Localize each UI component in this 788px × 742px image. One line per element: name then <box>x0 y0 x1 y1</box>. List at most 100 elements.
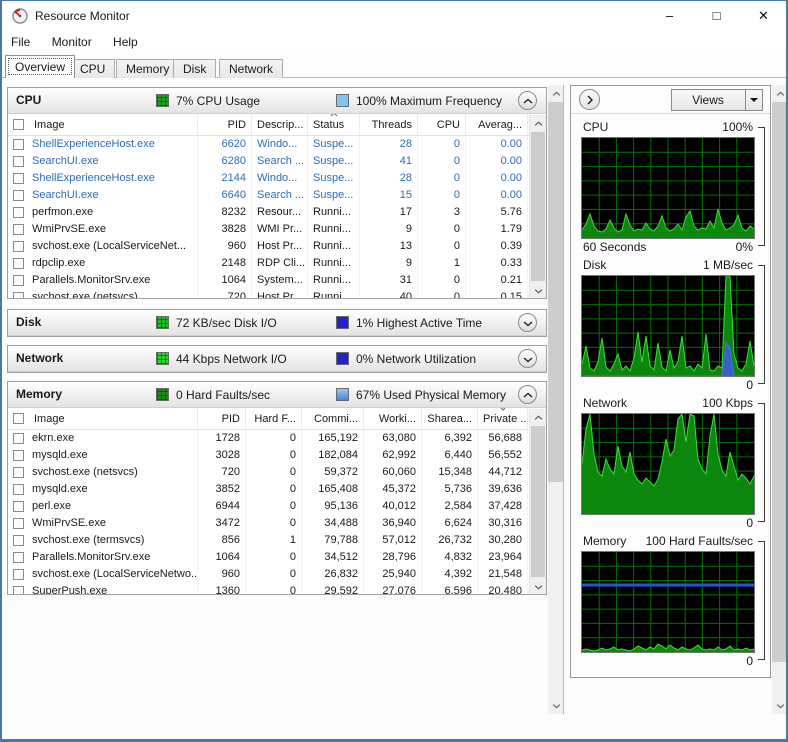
memory-col-working[interactable]: Worki... <box>364 408 422 429</box>
memory-table-scrollbar[interactable] <box>529 409 546 594</box>
menu-monitor[interactable]: Monitor <box>43 31 101 49</box>
cpu-col-average[interactable]: Averag... <box>466 114 528 135</box>
network-util-swatch <box>336 352 349 365</box>
table-row[interactable]: perl.exe 6944 0 95,136 40,012 2,584 37,428 <box>8 498 546 515</box>
row-checkbox[interactable] <box>13 173 24 184</box>
right-panel-scrollbar[interactable] <box>772 85 786 714</box>
table-row[interactable]: svchost.exe (LocalServiceNet... 960 Host P… <box>8 238 546 255</box>
table-row[interactable]: Parallels.MonitorSrv.exe 1064 System... Run… <box>8 272 546 289</box>
select-all-checkbox[interactable] <box>13 413 24 424</box>
tab-cpu[interactable]: CPU <box>70 59 116 78</box>
maximize-button[interactable]: □ <box>694 1 739 31</box>
table-row[interactable]: svchost.exe (netsvcs) 720 Host Pr... Runni.… <box>8 289 546 298</box>
table-row[interactable]: Parallels.MonitorSrv.exe 1064 0 34,512 28,79… <box>8 549 546 566</box>
row-checkbox[interactable] <box>13 467 24 478</box>
memory-col-image[interactable]: Image <box>8 408 198 429</box>
row-checkbox[interactable] <box>13 190 24 201</box>
row-checkbox[interactable] <box>13 501 24 512</box>
cpu-col-description[interactable]: Descrip... <box>252 114 308 135</box>
collapse-sidebar-button[interactable] <box>579 89 600 110</box>
scrollbar-thumb[interactable] <box>531 426 545 577</box>
table-cell: 6,624 <box>422 515 478 532</box>
scroll-down-icon[interactable] <box>530 578 546 594</box>
row-checkbox[interactable] <box>13 433 24 444</box>
row-checkbox[interactable] <box>13 156 24 167</box>
scrollbar-thumb[interactable] <box>772 102 786 662</box>
cpu-table-scrollbar[interactable] <box>529 115 546 298</box>
row-checkbox[interactable] <box>13 207 24 218</box>
table-row[interactable]: ekrn.exe 1728 0 165,192 63,080 6,392 56,688 <box>8 430 546 447</box>
left-panel-scrollbar[interactable] <box>548 85 564 714</box>
table-row[interactable]: SearchUI.exe 6280 Search ... Suspe... 41 0 0.0… <box>8 153 546 170</box>
minimize-button[interactable]: – <box>647 1 692 31</box>
row-checkbox[interactable] <box>13 258 24 269</box>
scroll-down-icon[interactable] <box>772 697 786 714</box>
scroll-up-icon[interactable] <box>530 115 546 131</box>
cpu-col-status[interactable]: Status <box>308 114 360 135</box>
scrollbar-thumb[interactable] <box>531 132 545 281</box>
table-row[interactable]: WmiPrvSE.exe 3472 0 34,488 36,940 6,624 30,316 <box>8 515 546 532</box>
row-checkbox[interactable] <box>13 139 24 150</box>
memory-col-pid[interactable]: PID <box>198 408 246 429</box>
row-checkbox[interactable] <box>13 535 24 546</box>
scrollbar-thumb[interactable] <box>548 102 563 482</box>
table-row[interactable]: rdpclip.exe 2148 RDP Cli... Runni... 9 1 0.33 <box>8 255 546 272</box>
select-all-checkbox[interactable] <box>13 119 24 130</box>
memory-collapse-button[interactable] <box>518 385 537 404</box>
memory-section-header[interactable]: Memory 0 Hard Faults/sec 67% Used Physic… <box>8 382 546 408</box>
row-checkbox[interactable] <box>13 552 24 563</box>
close-button[interactable]: ✕ <box>741 1 786 31</box>
cpu-col-image[interactable]: Image <box>8 114 198 135</box>
cpu-col-pid[interactable]: PID <box>198 114 252 135</box>
table-row[interactable]: mysqld.exe 3028 0 182,084 62,992 6,440 56,552 <box>8 447 546 464</box>
scroll-down-icon[interactable] <box>548 697 564 714</box>
row-checkbox[interactable] <box>13 450 24 461</box>
menu-help[interactable]: Help <box>104 31 147 49</box>
memory-col-hardfaults[interactable]: Hard F... <box>246 408 302 429</box>
scroll-down-icon[interactable] <box>530 282 546 298</box>
process-name: SearchUI.exe <box>32 155 99 167</box>
disk-expand-button[interactable] <box>518 313 537 332</box>
title-bar[interactable]: Resource Monitor – □ ✕ <box>2 1 786 31</box>
memory-col-private[interactable]: Private ... <box>478 408 528 429</box>
scroll-up-icon[interactable] <box>548 85 564 102</box>
cpu-collapse-button[interactable] <box>518 91 537 110</box>
network-expand-button[interactable] <box>518 349 537 368</box>
memory-col-shareable[interactable]: Sharea... <box>422 408 478 429</box>
cpu-col-cpu[interactable]: CPU <box>418 114 466 135</box>
table-row[interactable]: WmiPrvSE.exe 3828 WMI Pr... Runni... 9 0 1.79 <box>8 221 546 238</box>
table-row[interactable]: mysqld.exe 3852 0 165,408 45,372 5,736 39,636 <box>8 481 546 498</box>
table-row[interactable]: perfmon.exe 8232 Resour... Runni... 17 3 5.76 <box>8 204 546 221</box>
memory-col-commit[interactable]: Commi... <box>302 408 364 429</box>
row-checkbox[interactable] <box>13 586 24 594</box>
disk-section-header[interactable]: Disk 72 KB/sec Disk I/O 1% Highest Activ… <box>8 310 546 336</box>
table-row[interactable]: ShellExperienceHost.exe 2144 Windo... Suspe… <box>8 170 546 187</box>
menu-file[interactable]: File <box>2 31 39 49</box>
scroll-up-icon[interactable] <box>772 85 786 102</box>
row-checkbox[interactable] <box>13 569 24 580</box>
cpu-col-threads[interactable]: Threads <box>360 114 418 135</box>
row-checkbox[interactable] <box>13 292 24 298</box>
tab-disk[interactable]: Disk <box>173 59 217 78</box>
table-row[interactable]: SearchUI.exe 6640 Search ... Suspe... 15 0 0.0… <box>8 187 546 204</box>
tab-network[interactable]: Network <box>219 59 284 78</box>
views-dropdown-arrow-icon[interactable] <box>745 90 762 110</box>
row-checkbox[interactable] <box>13 275 24 286</box>
cpu-section-header[interactable]: CPU 7% CPU Usage 100% Maximum Frequency <box>8 88 546 114</box>
row-checkbox[interactable] <box>13 241 24 252</box>
table-cell: 0.21 <box>466 272 528 289</box>
table-cell: 44,712 <box>478 464 528 481</box>
network-section-header[interactable]: Network 44 Kbps Network I/O 0% Network U… <box>8 346 546 372</box>
table-row[interactable]: ShellExperienceHost.exe 6620 Windo... Suspe… <box>8 136 546 153</box>
tab-memory[interactable]: Memory <box>116 59 180 78</box>
scroll-up-icon[interactable] <box>530 409 546 425</box>
table-row[interactable]: svchost.exe (termsvcs) 856 1 79,788 57,012 26… <box>8 532 546 549</box>
tab-overview[interactable]: Overview <box>5 55 76 78</box>
table-row[interactable]: svchost.exe (netsvcs) 720 0 59,372 60,060 15,… <box>8 464 546 481</box>
row-checkbox[interactable] <box>13 518 24 529</box>
row-checkbox[interactable] <box>13 484 24 495</box>
views-button[interactable]: Views <box>671 89 763 111</box>
table-row[interactable]: SuperPush.exe 1360 0 29,592 27,076 6,596 20,48… <box>8 583 546 594</box>
table-row[interactable]: svchost.exe (LocalServiceNetwo... 960 0 26,… <box>8 566 546 583</box>
row-checkbox[interactable] <box>13 224 24 235</box>
